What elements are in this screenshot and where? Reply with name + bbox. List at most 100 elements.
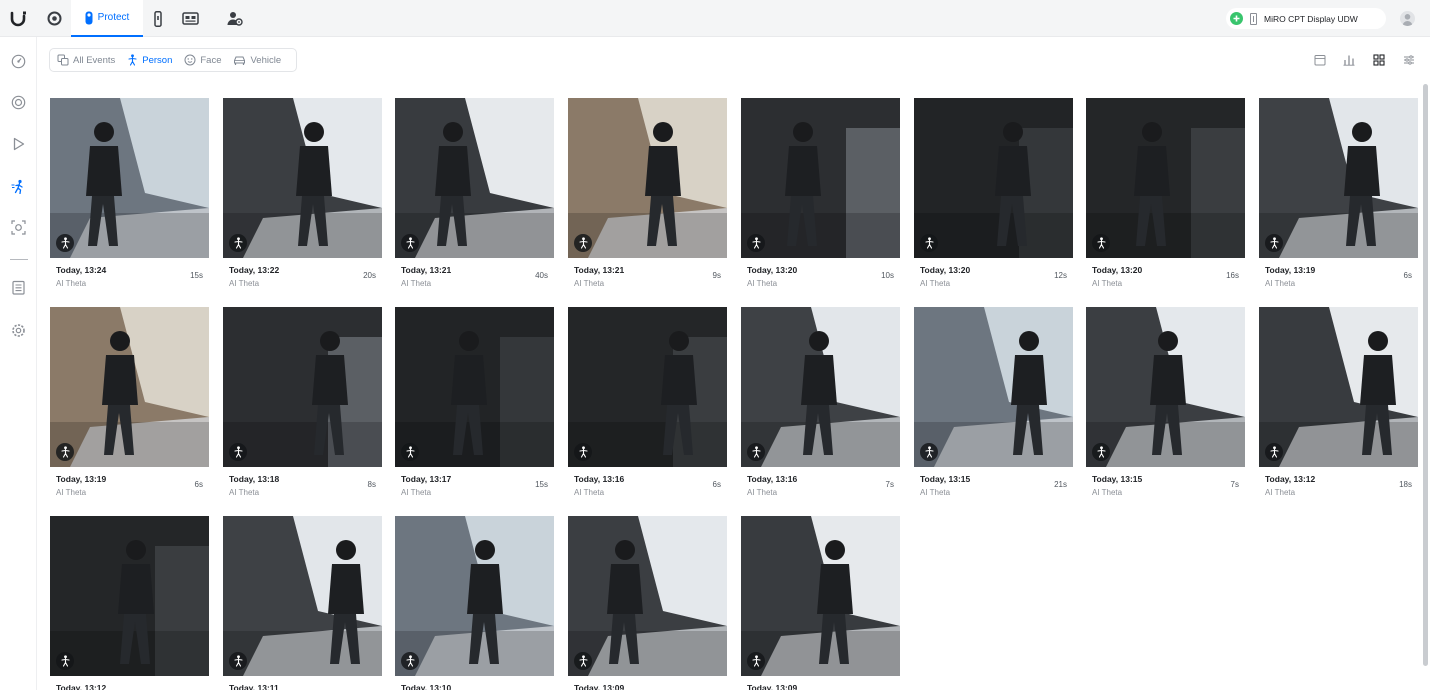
- event-thumbnail[interactable]: [741, 98, 900, 258]
- filter-person[interactable]: Person: [127, 54, 172, 66]
- scrollbar-thumb[interactable]: [1423, 84, 1428, 666]
- console-device-icon: [1250, 12, 1257, 25]
- filter-vehicle-label: Vehicle: [250, 54, 282, 66]
- event-thumbnail[interactable]: [395, 98, 554, 258]
- event-card[interactable]: Today, 13:21 AI Theta 9s: [568, 98, 727, 298]
- online-status-icon: [1230, 12, 1243, 25]
- event-card[interactable]: Today, 13:15 AI Theta 7s: [1086, 307, 1245, 507]
- access-app-icon[interactable]: [143, 0, 173, 37]
- face-icon: [184, 54, 196, 66]
- person-detection-icon: [56, 443, 74, 461]
- protect-app-icon: [85, 11, 93, 24]
- filter-vehicle[interactable]: Vehicle: [233, 55, 281, 66]
- tab-protect[interactable]: Protect: [71, 0, 143, 37]
- event-thumbnail[interactable]: [568, 516, 727, 676]
- event-card[interactable]: Today, 13:15 AI Theta 21s: [914, 307, 1073, 507]
- event-thumbnail[interactable]: [568, 307, 727, 467]
- person-detection-icon: [1092, 443, 1110, 461]
- event-card[interactable]: Today, 13:24 AI Theta 15s: [50, 98, 209, 298]
- event-thumbnail[interactable]: [741, 307, 900, 467]
- event-card[interactable]: Today, 13:12 AI Theta 18s: [1259, 307, 1418, 507]
- event-card[interactable]: Today, 13:22 AI Theta 20s: [223, 98, 382, 298]
- event-time: Today, 13:15: [920, 474, 971, 484]
- event-thumbnail[interactable]: [1086, 98, 1245, 258]
- event-thumbnail[interactable]: [223, 516, 382, 676]
- event-thumbnail[interactable]: [1259, 307, 1418, 467]
- event-duration: 15s: [190, 271, 203, 280]
- filter-face[interactable]: Face: [184, 54, 221, 66]
- person-detection-icon: [1265, 443, 1283, 461]
- person-detection-icon: [1265, 234, 1283, 252]
- event-card[interactable]: Today, 13:20 AI Theta 16s: [1086, 98, 1245, 298]
- event-card[interactable]: Today, 13:18 AI Theta 8s: [223, 307, 382, 507]
- event-thumbnail[interactable]: [50, 516, 209, 676]
- event-card[interactable]: Today, 13:16 AI Theta 7s: [741, 307, 900, 507]
- logs-icon[interactable]: [0, 274, 37, 300]
- filter-all-events[interactable]: All Events: [57, 54, 115, 66]
- admin-users-icon[interactable]: [219, 0, 251, 37]
- event-camera: AI Theta: [574, 488, 605, 497]
- playback-icon[interactable]: [0, 131, 37, 157]
- event-card[interactable]: Today, 13:11: [223, 516, 382, 690]
- event-card[interactable]: Today, 13:21 AI Theta 40s: [395, 98, 554, 298]
- event-thumbnail[interactable]: [50, 307, 209, 467]
- event-thumbnail[interactable]: [50, 98, 209, 258]
- event-camera: AI Theta: [56, 279, 87, 288]
- chart-view-icon[interactable]: [1342, 53, 1356, 67]
- event-duration: 40s: [535, 271, 548, 280]
- event-camera: AI Theta: [1265, 279, 1296, 288]
- event-duration: 18s: [1399, 480, 1412, 489]
- event-time: Today, 13:21: [574, 265, 625, 275]
- calendar-view-icon[interactable]: [1313, 53, 1327, 67]
- event-time: Today, 13:20: [920, 265, 971, 275]
- event-card[interactable]: Today, 13:20 AI Theta 12s: [914, 98, 1073, 298]
- event-card[interactable]: Today, 13:19 AI Theta 6s: [50, 307, 209, 507]
- person-icon: [128, 54, 137, 66]
- cameras-icon[interactable]: [0, 89, 37, 115]
- event-thumbnail[interactable]: [741, 516, 900, 676]
- event-thumbnail[interactable]: [1259, 98, 1418, 258]
- ai-key-icon[interactable]: [0, 214, 37, 240]
- event-card[interactable]: Today, 13:17 AI Theta 15s: [395, 307, 554, 507]
- grid-view-icon[interactable]: [1372, 53, 1386, 67]
- event-duration: 12s: [1054, 271, 1067, 280]
- filter-settings-icon[interactable]: [1402, 53, 1416, 67]
- user-avatar[interactable]: [1400, 11, 1415, 26]
- event-time: Today, 13:11: [229, 683, 279, 690]
- dashboard-icon[interactable]: [0, 48, 37, 74]
- event-card[interactable]: Today, 13:19 AI Theta 6s: [1259, 98, 1418, 298]
- event-thumbnail[interactable]: [1086, 307, 1245, 467]
- detections-icon[interactable]: [0, 173, 37, 199]
- event-card[interactable]: Today, 13:12: [50, 516, 209, 690]
- event-card[interactable]: Today, 13:16 AI Theta 6s: [568, 307, 727, 507]
- event-thumbnail[interactable]: [568, 98, 727, 258]
- event-duration: 6s: [194, 480, 203, 489]
- settings-icon[interactable]: [0, 317, 37, 343]
- event-card[interactable]: Today, 13:09: [568, 516, 727, 690]
- event-thumbnail[interactable]: [223, 98, 382, 258]
- person-detection-icon: [920, 234, 938, 252]
- event-duration: 15s: [535, 480, 548, 489]
- event-time: Today, 13:15: [1092, 474, 1143, 484]
- event-card[interactable]: Today, 13:10: [395, 516, 554, 690]
- dashboard-app-icon[interactable]: [37, 0, 71, 37]
- person-detection-icon: [1092, 234, 1110, 252]
- event-thumbnail[interactable]: [395, 307, 554, 467]
- event-thumbnail[interactable]: [914, 98, 1073, 258]
- event-card[interactable]: Today, 13:09: [741, 516, 900, 690]
- talk-app-icon[interactable]: [173, 0, 207, 37]
- console-selector[interactable]: MiRO CPT Display UDW: [1226, 8, 1386, 29]
- event-thumbnail[interactable]: [223, 307, 382, 467]
- event-thumbnail[interactable]: [395, 516, 554, 676]
- event-duration: 16s: [1226, 271, 1239, 280]
- event-time: Today, 13:19: [1265, 265, 1316, 275]
- filter-face-label: Face: [200, 54, 222, 66]
- event-time: Today, 13:20: [1092, 265, 1143, 275]
- filter-all-events-label: All Events: [73, 54, 116, 66]
- event-time: Today, 13:09: [747, 683, 798, 690]
- unifi-logo-icon[interactable]: [0, 0, 37, 37]
- event-thumbnail[interactable]: [914, 307, 1073, 467]
- person-detection-icon: [747, 443, 765, 461]
- event-camera: AI Theta: [401, 279, 432, 288]
- event-card[interactable]: Today, 13:20 AI Theta 10s: [741, 98, 900, 298]
